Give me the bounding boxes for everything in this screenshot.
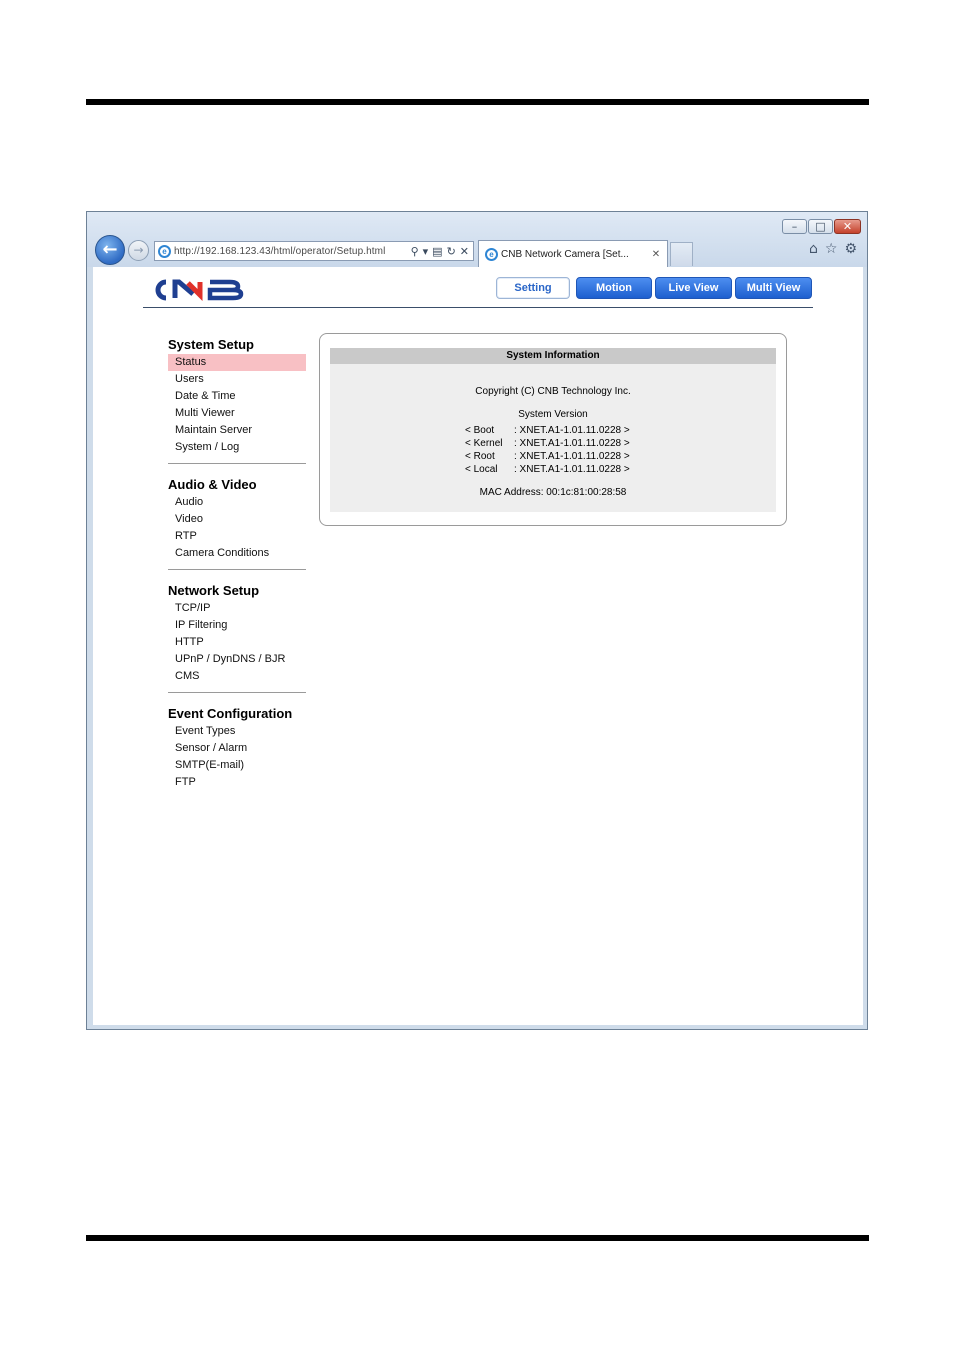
- version-row-kernel: < Kernel : XNET.A1-1.01.11.0228 >: [465, 437, 630, 450]
- back-button[interactable]: ←: [95, 235, 125, 265]
- stop-icon[interactable]: ✕: [460, 245, 469, 258]
- copyright-text: Copyright (C) CNB Technology Inc.: [475, 386, 631, 397]
- version-label: < Kernel: [465, 438, 503, 449]
- section-divider: [168, 569, 306, 570]
- close-window-button[interactable]: ✕: [834, 219, 861, 234]
- sidebar-item-ftp[interactable]: FTP: [168, 774, 306, 791]
- system-info-panel: System Information Copyright (C) CNB Tec…: [319, 333, 787, 526]
- version-label: < Local: [465, 464, 498, 475]
- cnb-logo: [155, 279, 244, 301]
- version-label: < Root: [465, 451, 495, 462]
- system-version-heading: System Version: [518, 409, 588, 420]
- bottom-rule: [86, 1235, 869, 1241]
- section-audio-video: Audio & Video: [168, 477, 257, 492]
- version-row-root: < Root : XNET.A1-1.01.11.0228 >: [465, 450, 630, 463]
- sidebar-item-users[interactable]: Users: [168, 371, 306, 388]
- sidebar-item-status[interactable]: Status: [168, 354, 306, 371]
- search-icon[interactable]: ⚲: [411, 245, 419, 258]
- tab-close-icon[interactable]: ✕: [649, 249, 663, 260]
- sidebar-item-smtp-email[interactable]: SMTP(E-mail): [168, 757, 306, 774]
- version-value: : XNET.A1-1.01.11.0228 >: [514, 425, 630, 436]
- address-url[interactable]: http://192.168.123.43/html/operator/Setu…: [174, 246, 407, 257]
- settings-sidebar: System Setup Status Users Date & Time Mu…: [168, 336, 306, 791]
- nav-motion[interactable]: Motion: [576, 277, 652, 299]
- section-system-setup: System Setup: [168, 337, 254, 352]
- version-value: : XNET.A1-1.01.11.0228 >: [514, 451, 630, 462]
- star-icon[interactable]: ☆: [825, 241, 838, 257]
- address-bar[interactable]: e http://192.168.123.43/html/operator/Se…: [154, 241, 474, 261]
- sidebar-item-date-time[interactable]: Date & Time: [168, 388, 306, 405]
- sidebar-item-cms[interactable]: CMS: [168, 668, 306, 685]
- system-info-title: System Information: [330, 348, 776, 364]
- browser-tab[interactable]: e CNB Network Camera [Set... ✕: [478, 240, 668, 267]
- main-nav: Setting Motion Live View Multi View: [496, 277, 812, 299]
- window-controls: – □ ✕: [782, 219, 861, 234]
- forward-arrow-icon: →: [133, 243, 144, 257]
- forward-button[interactable]: →: [128, 240, 149, 261]
- home-icon[interactable]: ⌂: [809, 241, 818, 257]
- browser-window: – □ ✕ ← → e http://192.168.123.43/html/o…: [86, 211, 868, 1030]
- nav-live-view[interactable]: Live View: [655, 277, 732, 299]
- dropdown-icon[interactable]: ▾: [423, 245, 429, 258]
- tab-title: CNB Network Camera [Set...: [501, 248, 629, 260]
- gear-icon[interactable]: ⚙: [844, 241, 857, 257]
- browser-toolbar-icons: ⌂ ☆ ⚙: [809, 241, 857, 257]
- page-viewport: Setting Motion Live View Multi View Syst…: [93, 267, 863, 1025]
- system-info-body: System Information Copyright (C) CNB Tec…: [330, 348, 776, 512]
- maximize-button[interactable]: □: [808, 219, 833, 234]
- close-icon: ✕: [842, 220, 853, 233]
- version-row-boot: < Boot : XNET.A1-1.01.11.0228 >: [465, 424, 630, 437]
- tab-ie-icon: e: [485, 247, 498, 261]
- sidebar-item-multi-viewer[interactable]: Multi Viewer: [168, 405, 306, 422]
- address-tools: ⚲ ▾ ▤ ↻ ✕: [407, 245, 473, 258]
- sidebar-item-camera-conditions[interactable]: Camera Conditions: [168, 545, 306, 562]
- minimize-icon: –: [791, 220, 798, 233]
- section-divider: [168, 463, 306, 464]
- new-tab-button[interactable]: [670, 242, 693, 266]
- nav-setting[interactable]: Setting: [496, 277, 570, 299]
- compat-view-icon[interactable]: ▤: [432, 245, 442, 258]
- sidebar-item-rtp[interactable]: RTP: [168, 528, 306, 545]
- top-rule: [86, 99, 869, 105]
- maximize-icon: □: [815, 220, 826, 233]
- sidebar-item-system-log[interactable]: System / Log: [168, 439, 306, 456]
- version-label: < Boot: [465, 425, 495, 436]
- sidebar-item-tcp-ip[interactable]: TCP/IP: [168, 600, 306, 617]
- nav-multi-view[interactable]: Multi View: [735, 277, 812, 299]
- sidebar-item-ip-filtering[interactable]: IP Filtering: [168, 617, 306, 634]
- version-row-local: < Local : XNET.A1-1.01.11.0228 >: [465, 463, 630, 476]
- section-divider: [168, 692, 306, 693]
- minimize-button[interactable]: –: [782, 219, 807, 234]
- section-event-configuration: Event Configuration: [168, 706, 293, 721]
- version-value: : XNET.A1-1.01.11.0228 >: [514, 438, 630, 449]
- ie-page-icon: e: [158, 244, 171, 258]
- sidebar-item-upnp-dyndns-bjr[interactable]: UPnP / DynDNS / BJR: [168, 651, 306, 668]
- sidebar-item-video[interactable]: Video: [168, 511, 306, 528]
- version-value: : XNET.A1-1.01.11.0228 >: [514, 464, 630, 475]
- sidebar-item-audio[interactable]: Audio: [168, 494, 306, 511]
- sidebar-item-http[interactable]: HTTP: [168, 634, 306, 651]
- refresh-icon[interactable]: ↻: [447, 245, 456, 258]
- section-network-setup: Network Setup: [168, 583, 260, 598]
- sidebar-item-maintain-server[interactable]: Maintain Server: [168, 422, 306, 439]
- header-divider: [143, 307, 813, 308]
- sidebar-item-sensor-alarm[interactable]: Sensor / Alarm: [168, 740, 306, 757]
- back-arrow-icon: ←: [102, 239, 118, 260]
- sidebar-item-event-types[interactable]: Event Types: [168, 723, 306, 740]
- browser-titlebar: – □ ✕ ← → e http://192.168.123.43/html/o…: [87, 212, 867, 267]
- mac-address: MAC Address: 00:1c:81:00:28:58: [479, 487, 627, 498]
